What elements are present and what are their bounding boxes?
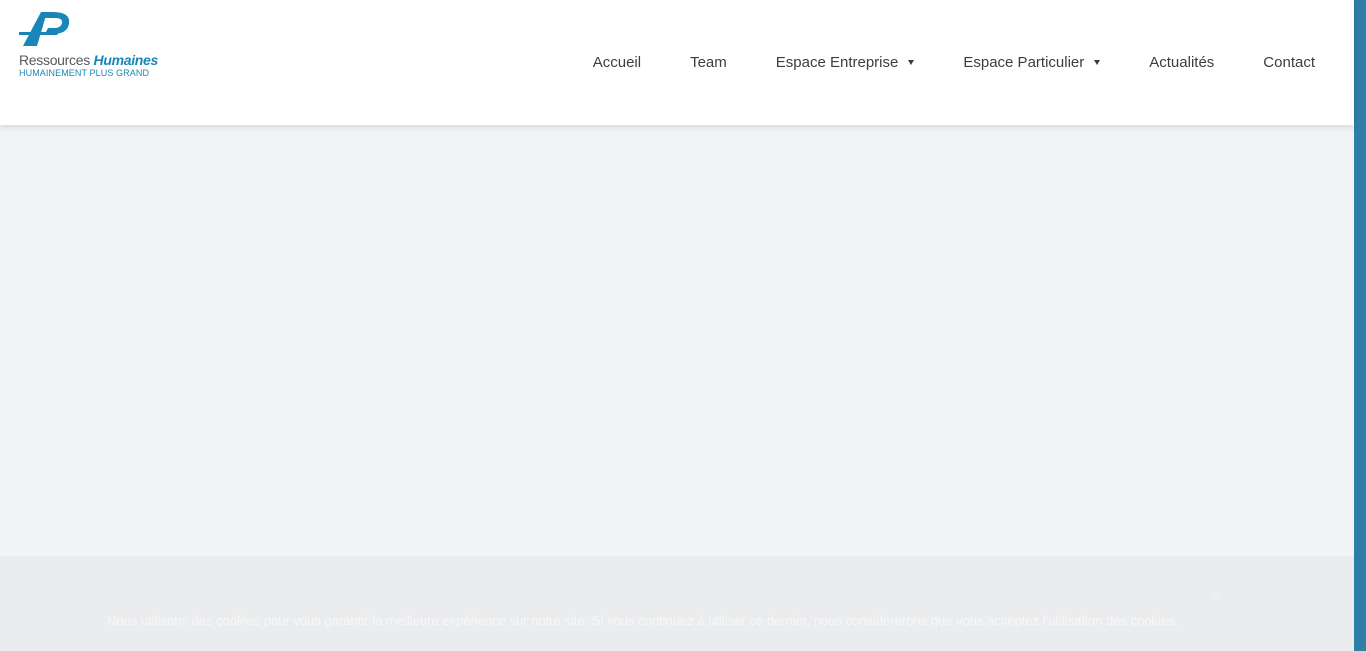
nav-item-accueil[interactable]: Accueil bbox=[593, 54, 641, 71]
nav-item-label: Team bbox=[690, 54, 727, 71]
site-header: Ressources Humaines HUMAINEMENT PLUS GRA… bbox=[0, 0, 1354, 125]
cookie-text: Nous utilisons des cookies pour vous gar… bbox=[107, 613, 1179, 628]
nav-item-label: Contact bbox=[1263, 54, 1315, 71]
main-nav: Accueil Team Espace Entreprise Espace Pa… bbox=[593, 0, 1315, 125]
logo-ap-icon bbox=[19, 12, 70, 46]
caret-down-icon bbox=[908, 60, 915, 65]
nav-item-contact[interactable]: Contact bbox=[1263, 54, 1315, 71]
cookie-bar: × Nous utilisons des cookies pour vous g… bbox=[0, 556, 1354, 651]
nav-item-espace-particulier[interactable]: Espace Particulier bbox=[963, 54, 1101, 71]
nav-item-label: Espace Entreprise bbox=[775, 54, 899, 71]
logo-brand: Ressources Humaines bbox=[19, 52, 158, 68]
page: Ressources Humaines HUMAINEMENT PLUS GRA… bbox=[0, 0, 1366, 651]
logo-brand-main: Ressources bbox=[19, 52, 90, 68]
logo-tagline: HUMAINEMENT PLUS GRAND bbox=[19, 68, 150, 78]
nav-item-label: Actualités bbox=[1149, 54, 1215, 71]
nav-item-actualites[interactable]: Actualités bbox=[1149, 54, 1214, 71]
cookie-close-button[interactable]: × bbox=[1213, 588, 1220, 602]
nav-item-label: Accueil bbox=[592, 54, 642, 71]
site-logo[interactable]: Ressources Humaines HUMAINEMENT PLUS GRA… bbox=[19, 10, 159, 80]
nav-item-espace-entreprise[interactable]: Espace Entreprise bbox=[776, 54, 915, 71]
nav-item-team[interactable]: Team bbox=[690, 54, 727, 71]
nav-item-label: Espace Particulier bbox=[963, 54, 1085, 71]
caret-down-icon bbox=[1094, 60, 1101, 65]
logo-brand-accent: Humaines bbox=[93, 52, 159, 68]
content-area bbox=[0, 125, 1354, 556]
scrollbar[interactable] bbox=[1354, 0, 1366, 651]
